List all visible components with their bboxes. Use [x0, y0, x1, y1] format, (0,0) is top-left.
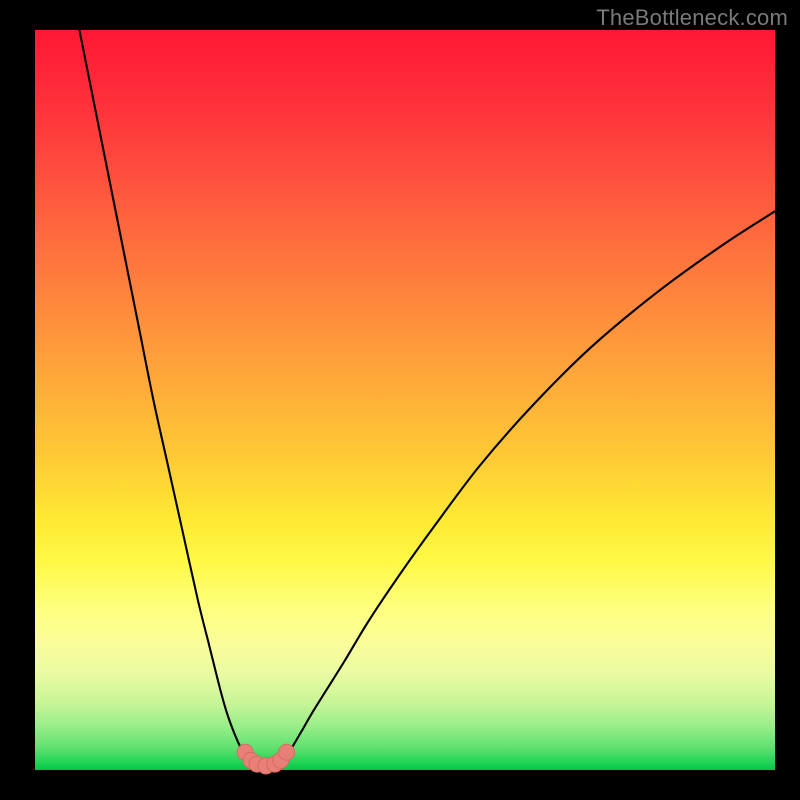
valley-marker	[279, 744, 295, 760]
curve-left-branch	[79, 30, 253, 764]
plot-area	[35, 30, 775, 770]
watermark-text: TheBottleneck.com	[596, 5, 788, 31]
chart-svg	[35, 30, 775, 770]
valley-markers	[237, 744, 294, 774]
curve-right-branch	[279, 211, 775, 764]
chart-frame: TheBottleneck.com	[0, 0, 800, 800]
